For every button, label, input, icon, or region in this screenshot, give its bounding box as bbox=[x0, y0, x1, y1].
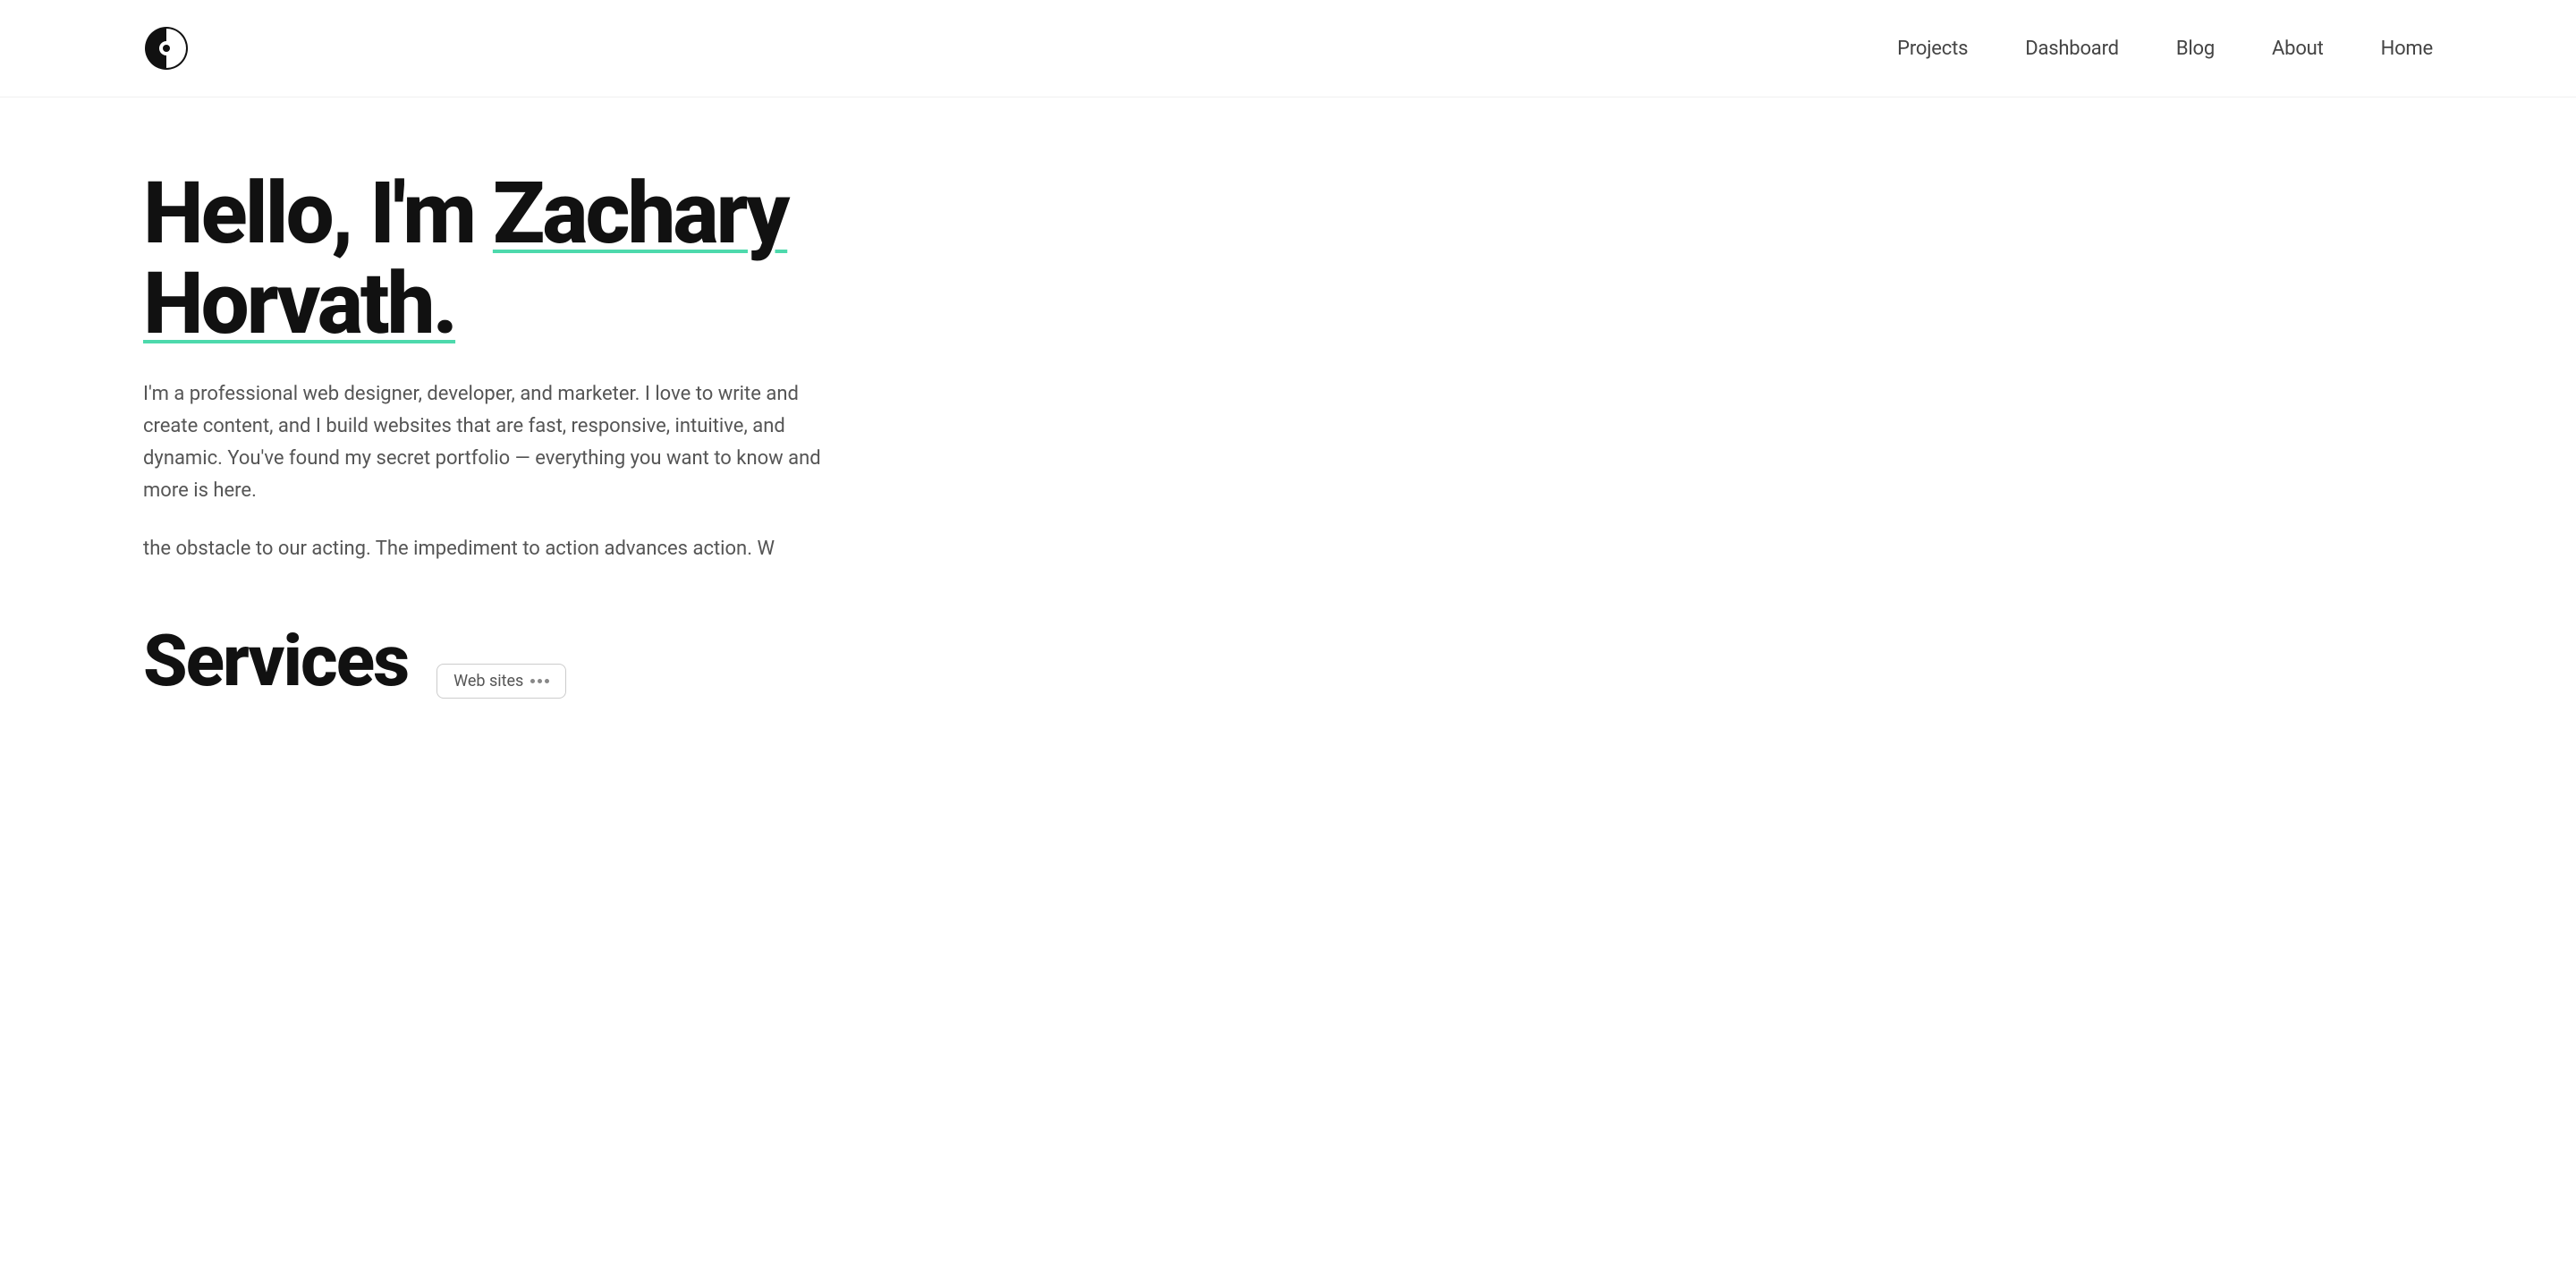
services-title: Services bbox=[143, 619, 408, 703]
hero-description: I'm a professional web designer, develop… bbox=[143, 378, 841, 508]
hero-title-line1: Hello, I'm Zachary bbox=[143, 164, 787, 264]
nav-about[interactable]: About bbox=[2272, 38, 2324, 60]
hero-title-line2: Horvath. bbox=[143, 259, 455, 350]
logo-area[interactable] bbox=[143, 25, 190, 72]
main-content: Hello, I'm Zachary Horvath. I'm a profes… bbox=[0, 97, 1252, 757]
services-section: Services Web sites bbox=[143, 619, 1109, 703]
badge-dots-icon bbox=[530, 679, 549, 683]
nav-dashboard[interactable]: Dashboard bbox=[2025, 38, 2119, 60]
nav-projects[interactable]: Projects bbox=[1897, 38, 1968, 60]
hero-name: Zachary bbox=[493, 164, 787, 264]
services-badge-label: Web sites bbox=[453, 672, 523, 691]
hero-quote: the obstacle to our acting. The impedime… bbox=[143, 533, 841, 565]
services-badge[interactable]: Web sites bbox=[436, 664, 566, 699]
nav-home[interactable]: Home bbox=[2381, 38, 2433, 60]
hero-title: Hello, I'm Zachary Horvath. bbox=[143, 169, 1109, 350]
logo-icon bbox=[143, 25, 190, 72]
main-nav: Projects Dashboard Blog About Home bbox=[1897, 38, 2433, 60]
nav-blog[interactable]: Blog bbox=[2176, 38, 2215, 60]
site-header: Projects Dashboard Blog About Home bbox=[0, 0, 2576, 97]
